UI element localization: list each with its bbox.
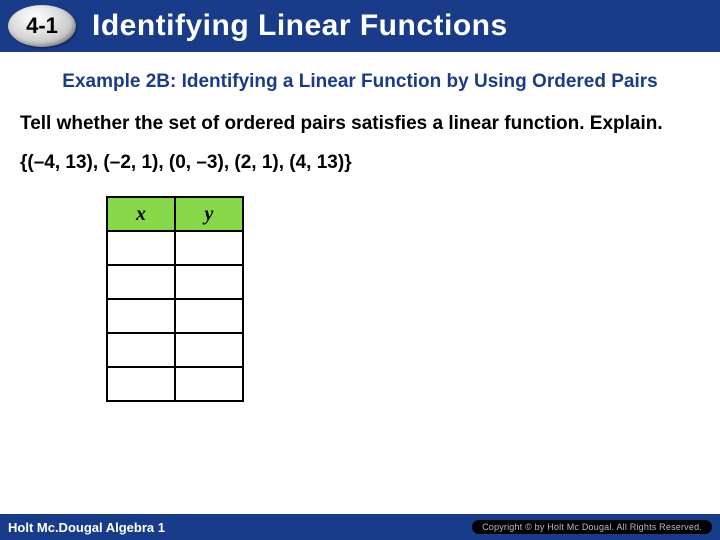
cell-y — [175, 367, 243, 401]
cell-y — [175, 231, 243, 265]
copyright-text: Copyright © by Holt Mc Dougal. All Right… — [472, 520, 712, 534]
cell-x — [107, 299, 175, 333]
instruction-text: Tell whether the set of ordered pairs sa… — [16, 112, 704, 137]
example-heading: Example 2B: Identifying a Linear Functio… — [16, 70, 704, 94]
table-row — [107, 299, 243, 333]
cell-x — [107, 333, 175, 367]
slide-header: 4-1 Identifying Linear Functions — [0, 0, 720, 52]
cell-x — [107, 367, 175, 401]
table-row — [107, 367, 243, 401]
column-header-y: y — [175, 197, 243, 231]
section-number-badge: 4-1 — [8, 5, 76, 47]
table-row — [107, 231, 243, 265]
table-header-row: x y — [107, 197, 243, 231]
table-row — [107, 265, 243, 299]
slide-title: Identifying Linear Functions — [92, 9, 508, 43]
xy-table: x y — [106, 196, 244, 402]
cell-x — [107, 231, 175, 265]
table-row — [107, 333, 243, 367]
ordered-pairs-set: {(–4, 13), (–2, 1), (0, –3), (2, 1), (4,… — [16, 152, 704, 174]
cell-y — [175, 265, 243, 299]
cell-x — [107, 265, 175, 299]
column-header-x: x — [107, 197, 175, 231]
slide-content: Example 2B: Identifying a Linear Functio… — [0, 52, 720, 402]
cell-y — [175, 299, 243, 333]
publisher-text: Holt Mc.Dougal Algebra 1 — [8, 520, 165, 535]
slide-footer: Holt Mc.Dougal Algebra 1 Copyright © by … — [0, 514, 720, 540]
cell-y — [175, 333, 243, 367]
